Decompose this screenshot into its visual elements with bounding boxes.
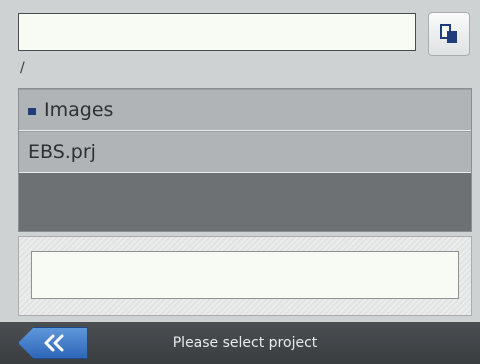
copy-button[interactable] <box>428 12 470 56</box>
file-list[interactable]: Images EBS.prj <box>18 88 472 232</box>
path-input[interactable] <box>18 13 416 51</box>
status-field[interactable] <box>31 251 459 299</box>
status-message: Please select project <box>172 335 318 351</box>
folder-icon <box>28 107 36 115</box>
list-item-label: Images <box>44 99 114 121</box>
status-panel <box>18 236 472 316</box>
double-chevron-left-icon <box>44 334 64 352</box>
list-item-ebs-prj[interactable]: EBS.prj <box>19 131 471 173</box>
current-path: / <box>20 60 25 76</box>
list-item-label: EBS.prj <box>28 141 96 163</box>
copy-icon <box>440 24 457 43</box>
list-item-images[interactable]: Images <box>19 89 471 131</box>
